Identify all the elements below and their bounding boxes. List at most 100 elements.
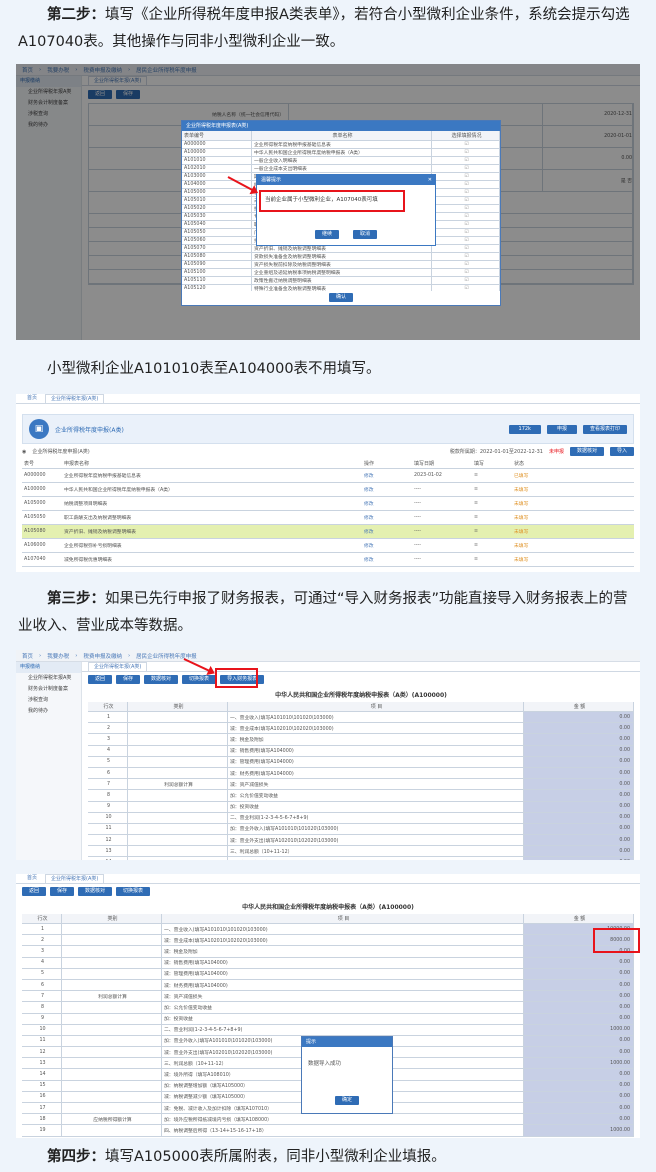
amount-input[interactable]: 0.00 [524, 968, 634, 979]
check-button[interactable]: 数据核对 [569, 447, 604, 456]
tab-home[interactable]: 首页 [22, 394, 42, 403]
edit-link[interactable]: 修改 [362, 483, 412, 496]
checkbox-icon[interactable]: ☑ [432, 173, 500, 180]
amount-input[interactable]: 0.00 [524, 1091, 634, 1102]
edit-link[interactable]: 修改 [362, 469, 412, 482]
checkbox-icon[interactable]: ☑ [432, 181, 500, 188]
breadcrumb-item[interactable]: 我要办税 [47, 652, 69, 660]
table-row[interactable]: A000000 企业所得税年度纳税申报基础信息表 修改 2023-01-02 ≡ 已填写 [22, 469, 634, 483]
amount-input[interactable]: 0.00 [524, 1013, 634, 1024]
edit-link[interactable]: 修改 [362, 497, 412, 510]
cancel-button[interactable]: 取消 [353, 230, 378, 239]
count-button[interactable]: 172k [508, 424, 541, 434]
checkbox-icon[interactable]: ☑ [432, 269, 500, 276]
breadcrumb-item[interactable]: 税费申报及缴纳 [83, 652, 122, 660]
edit-link[interactable]: 修改 [362, 511, 412, 524]
close-icon[interactable]: ✕ [428, 175, 432, 185]
toolbar-button[interactable]: 切换报表 [116, 887, 151, 896]
checkbox-icon[interactable]: ☑ [432, 205, 500, 212]
table-row[interactable]: A100000 中华人民共和国企业所得税年度纳税申报表（A类） 修改 ---- ≡ 未填写 [22, 483, 634, 497]
ok-button[interactable]: 确定 [334, 1096, 359, 1105]
menu-icon[interactable]: ≡ [472, 539, 512, 552]
checkbox-icon[interactable]: ☑ [432, 157, 500, 164]
amount-input[interactable]: 0.00 [524, 1114, 634, 1125]
amount-input[interactable]: 0.00 [524, 1035, 634, 1047]
sidebar-item[interactable]: 企业所得税年报A类 [16, 673, 81, 684]
tab-annual-a[interactable]: 企业所得税年报(A类) [45, 394, 105, 403]
checkbox-icon[interactable]: ☑ [432, 197, 500, 204]
menu-icon[interactable]: ≡ [472, 469, 512, 482]
amount-input[interactable]: 0.00 [524, 1069, 634, 1080]
amount-input[interactable]: 0.00 [524, 801, 634, 812]
menu-icon[interactable]: ≡ [472, 553, 512, 566]
sidebar-item[interactable]: 涉税查询 [16, 695, 81, 706]
radio-icon[interactable]: ◉ [22, 449, 26, 455]
menu-icon[interactable]: ≡ [472, 497, 512, 510]
dialog-ok-button[interactable]: 确认 [328, 293, 353, 302]
checkbox-icon[interactable]: ☑ [432, 149, 500, 156]
toolbar-button[interactable]: 保存 [50, 887, 75, 896]
checkbox-icon[interactable]: ☑ [432, 141, 500, 148]
edit-link[interactable]: 修改 [362, 539, 412, 552]
amount-input[interactable]: 1000.00 [524, 1058, 634, 1069]
amount-input[interactable]: 0.00 [524, 1047, 634, 1058]
amount-input[interactable]: 0.00 [524, 823, 634, 835]
menu-icon[interactable]: ≡ [472, 525, 512, 538]
checkbox-icon[interactable]: ☑ [432, 229, 500, 236]
checkbox-icon[interactable]: ☑ [432, 285, 500, 291]
edit-link[interactable]: 修改 [362, 525, 412, 538]
amount-input[interactable]: 0.00 [524, 1080, 634, 1091]
tab-annual-a[interactable]: 企业所得税年报(A类) [88, 662, 148, 671]
amount-input[interactable]: 0.00 [524, 1002, 634, 1013]
amount-input[interactable]: 0.00 [524, 857, 634, 860]
menu-icon[interactable]: ≡ [472, 511, 512, 524]
print-button[interactable]: 查看报表打印 [582, 424, 627, 434]
declare-button[interactable]: 申报 [546, 424, 577, 434]
amount-input[interactable]: 0.00 [524, 1103, 634, 1114]
amount-input[interactable]: 0.00 [524, 835, 634, 846]
checkbox-icon[interactable]: ☑ [432, 253, 500, 260]
checkbox-icon[interactable]: ☑ [432, 165, 500, 172]
toolbar-button[interactable]: 数据核对 [144, 675, 179, 684]
toolbar-button[interactable]: 保存 [116, 675, 141, 684]
amount-input[interactable]: 0.00 [524, 779, 634, 790]
amount-input[interactable]: 0.00 [524, 712, 634, 723]
amount-input[interactable]: 0.00 [524, 846, 634, 857]
checkbox-icon[interactable]: ☑ [432, 237, 500, 244]
amount-input[interactable]: 0.00 [524, 790, 634, 801]
amount-input[interactable]: 1000.00 [524, 1024, 634, 1035]
breadcrumb-item[interactable]: 首页 [22, 652, 33, 660]
table-row[interactable]: A106000 企业所得税弥补亏损明细表 修改 ---- ≡ 未填写 [22, 539, 634, 553]
continue-button[interactable]: 继续 [314, 230, 339, 239]
amount-input[interactable]: 0.00 [524, 734, 634, 745]
table-row[interactable]: A105000 纳税调整项目明细表 修改 ---- ≡ 未填写 [22, 497, 634, 511]
checkbox-icon[interactable]: ☑ [432, 221, 500, 228]
breadcrumb-item[interactable]: 居民企业所得税年度申报 [136, 652, 197, 660]
checkbox-icon[interactable]: ☑ [432, 245, 500, 252]
checkbox-icon[interactable]: ☑ [432, 189, 500, 196]
amount-input[interactable]: 0.00 [524, 812, 634, 823]
amount-input[interactable]: 0.00 [524, 957, 634, 968]
table-row[interactable]: A105080 资产折旧、摊销及纳税调整明细表 修改 ---- ≡ 未填写 [22, 525, 634, 539]
amount-input[interactable]: 0.00 [524, 745, 634, 756]
toolbar-button[interactable]: 返回 [88, 675, 113, 684]
sidebar-item[interactable]: 财务会计制度备案 [16, 684, 81, 695]
checkbox-icon[interactable]: ☑ [432, 277, 500, 284]
amount-input[interactable]: 0.00 [524, 979, 634, 991]
amount-input[interactable]: 0.00 [524, 756, 634, 767]
tab-annual-a[interactable]: 企业所得税年报(A类) [45, 874, 105, 883]
table-row[interactable]: A105050 职工薪酬支出及纳税调整明细表 修改 ---- ≡ 未填写 [22, 511, 634, 525]
table-row[interactable]: A107040 减免所得税优惠明细表 修改 ---- ≡ 未填写 [22, 553, 634, 567]
amount-input[interactable]: 0.00 [524, 991, 634, 1002]
amount-input[interactable]: 0.00 [524, 723, 634, 734]
toolbar-button[interactable]: 返回 [22, 887, 47, 896]
toolbar-button[interactable]: 数据核对 [78, 887, 113, 896]
import-button[interactable]: 导入 [609, 447, 634, 456]
amount-input[interactable]: 0.00 [524, 767, 634, 779]
sidebar-head[interactable]: 申报缴纳 [16, 662, 81, 673]
checkbox-icon[interactable]: ☑ [432, 261, 500, 268]
tab-home[interactable]: 首页 [22, 874, 42, 883]
menu-icon[interactable]: ≡ [472, 483, 512, 496]
checkbox-icon[interactable]: ☑ [432, 213, 500, 220]
amount-input[interactable]: 1000.00 [524, 1125, 634, 1136]
